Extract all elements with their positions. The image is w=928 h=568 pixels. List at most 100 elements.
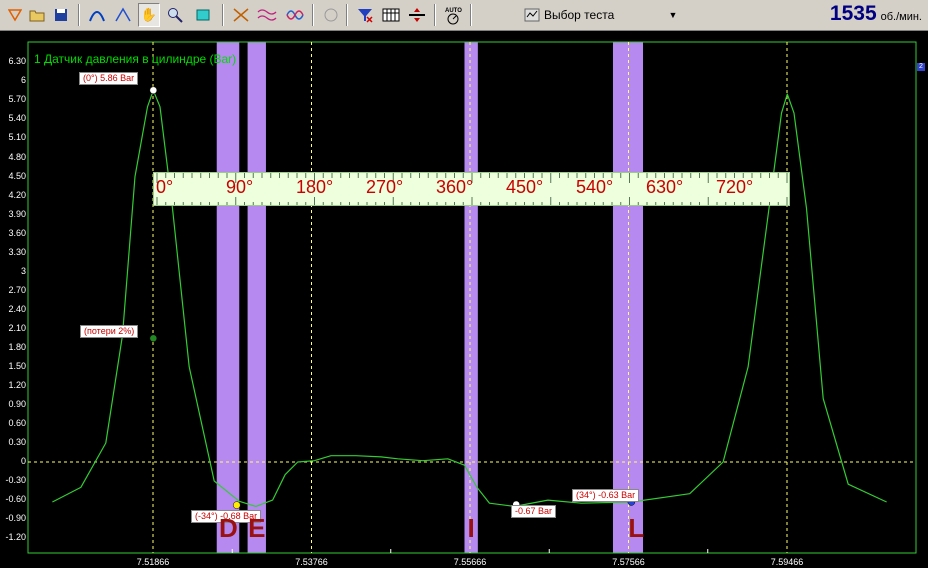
marker-l: L bbox=[628, 513, 645, 543]
magnifier-icon bbox=[168, 8, 183, 23]
y-tick-label: 2.10 bbox=[8, 322, 26, 333]
cursor-tool-icon[interactable] bbox=[230, 3, 252, 27]
chart-title: 1 Датчик давления в цилиндре (Bar) bbox=[34, 52, 237, 66]
oscilloscope-plot[interactable]: 1 Датчик давления в цилиндре (Bar) 6.30 6… bbox=[0, 31, 928, 568]
grid-tool-icon[interactable] bbox=[380, 3, 402, 27]
filter-tool-icon[interactable] bbox=[354, 3, 376, 27]
marker-e: E bbox=[248, 513, 266, 543]
loss-label: (потери 2%) bbox=[80, 325, 139, 338]
chevron-down-icon[interactable]: ▼ bbox=[666, 8, 680, 22]
plot-canvas[interactable] bbox=[0, 31, 928, 568]
data-point bbox=[233, 501, 241, 509]
marker-d: D bbox=[219, 513, 238, 543]
y-tick-label: 1.50 bbox=[8, 360, 26, 371]
hand-tool-icon[interactable]: ✋ bbox=[138, 3, 160, 27]
open-folder-icon[interactable] bbox=[26, 3, 48, 27]
toolbar-separator bbox=[78, 4, 80, 26]
test-select-dropdown[interactable]: Выбор теста ▼ bbox=[522, 4, 682, 26]
i-value-label: -0.67 Bar bbox=[511, 505, 557, 518]
highlight-band bbox=[247, 42, 266, 553]
triangle-icon bbox=[8, 9, 22, 22]
y-tick-label: 0.60 bbox=[8, 417, 26, 428]
measure-tool-icon[interactable] bbox=[112, 3, 134, 27]
y-tick-label: -0.60 bbox=[5, 494, 26, 505]
waves-icon bbox=[257, 9, 277, 21]
ruler-degree-label: 540° bbox=[576, 177, 614, 197]
y-tick-label: 5.70 bbox=[8, 94, 26, 105]
y-tick-label: 1.80 bbox=[8, 341, 26, 352]
y-tick-label: 2.70 bbox=[8, 284, 26, 295]
toolbar-separator bbox=[346, 4, 348, 26]
y-tick-label: 4.80 bbox=[8, 151, 26, 162]
ruler-degree-label: 630° bbox=[646, 177, 684, 197]
measure-icon bbox=[115, 7, 131, 22]
new-icon[interactable] bbox=[4, 3, 26, 27]
arc-icon bbox=[89, 11, 105, 22]
degree-ruler[interactable]: 0° 90° 180° 270° 360° 450° 540° 630° 720° bbox=[153, 172, 790, 206]
signal-icon bbox=[196, 9, 210, 21]
split-icon bbox=[409, 8, 425, 22]
x-tick-label: 7.55666 bbox=[453, 557, 487, 567]
x-tick-label: 7.51866 bbox=[136, 557, 170, 567]
y-tick-label: 1.20 bbox=[8, 379, 26, 390]
y-tick-label: 3 bbox=[20, 265, 26, 276]
ruler-degree-label: 180° bbox=[296, 177, 334, 197]
cross-icon bbox=[233, 8, 249, 22]
signal-tool-icon[interactable] bbox=[192, 3, 214, 27]
wave-tool-icon[interactable] bbox=[256, 3, 278, 27]
x-tick-label: 7.53766 bbox=[295, 557, 328, 567]
save-icon[interactable] bbox=[50, 3, 72, 27]
ruler-degree-label: 450° bbox=[506, 177, 544, 197]
toolbar-separator bbox=[470, 4, 472, 26]
auto-button-icon[interactable]: AUTO bbox=[442, 3, 464, 27]
y-tick-label: 0.90 bbox=[8, 398, 26, 409]
y-tick-label: -0.30 bbox=[5, 475, 26, 486]
y-tick-label: 0.30 bbox=[8, 436, 26, 447]
ruler-degree-label: 270° bbox=[366, 177, 404, 197]
x-tick-label: 7.57566 bbox=[612, 557, 645, 567]
svg-text:AUTO: AUTO bbox=[445, 8, 462, 14]
y-tick-label: 2.40 bbox=[8, 303, 26, 314]
marker-i: I bbox=[467, 513, 475, 543]
plus34-label: (34°) -0.63 Bar bbox=[572, 489, 640, 502]
y-tick-label: 0 bbox=[20, 456, 26, 466]
zoom-tool-icon[interactable] bbox=[164, 3, 186, 27]
y-tick-label: 5.10 bbox=[8, 132, 26, 143]
table-icon bbox=[382, 8, 400, 22]
disabled-auto-icon bbox=[324, 8, 338, 22]
y-tick-label: 4.20 bbox=[8, 189, 26, 200]
overlay-icon bbox=[286, 10, 304, 20]
data-point bbox=[149, 334, 158, 343]
curve-tool-icon[interactable] bbox=[86, 3, 108, 27]
highlight-band bbox=[612, 42, 644, 553]
toolbar: ✋ AUTO Выбор теста ▼ 1535 об./мин. bbox=[0, 0, 928, 31]
y-tick-label: -0.90 bbox=[5, 513, 26, 524]
y-tick-label: 3.90 bbox=[8, 208, 26, 219]
overlay-tool-icon[interactable] bbox=[284, 3, 306, 27]
y-tick-label: 3.60 bbox=[8, 227, 26, 238]
y-tick-label: 3.30 bbox=[8, 246, 26, 257]
y-tick-label: 5.40 bbox=[8, 113, 26, 124]
split-tool-icon[interactable] bbox=[406, 3, 428, 27]
ruler-degree-label: 90° bbox=[226, 177, 254, 197]
channel-corner-badge[interactable]: 2 bbox=[917, 63, 925, 71]
data-point bbox=[149, 86, 158, 95]
toolbar-separator bbox=[434, 4, 436, 26]
ruler-degree-label: 0° bbox=[156, 177, 174, 197]
hand-icon: ✋ bbox=[140, 7, 158, 23]
peak-label: (0°) 5.86 Bar bbox=[79, 72, 139, 85]
y-tick-label: 4.50 bbox=[8, 170, 26, 181]
ruler-degree-label: 720° bbox=[716, 177, 754, 197]
floppy-icon bbox=[55, 9, 67, 21]
test-select-label: Выбор теста bbox=[544, 8, 615, 22]
rpm-unit: об./мин. bbox=[880, 11, 922, 23]
y-tick-label: -1.20 bbox=[5, 532, 26, 543]
toolbar-separator bbox=[222, 4, 224, 26]
y-tick-label: 6 bbox=[20, 75, 26, 86]
test-select-icon bbox=[524, 8, 540, 22]
highlight-band bbox=[216, 42, 240, 553]
rpm-value: 1535 bbox=[829, 2, 877, 25]
ruler-degree-label: 360° bbox=[436, 177, 474, 197]
y-tick-label: 6.30 bbox=[8, 56, 26, 67]
auto-off-icon[interactable] bbox=[320, 3, 342, 27]
